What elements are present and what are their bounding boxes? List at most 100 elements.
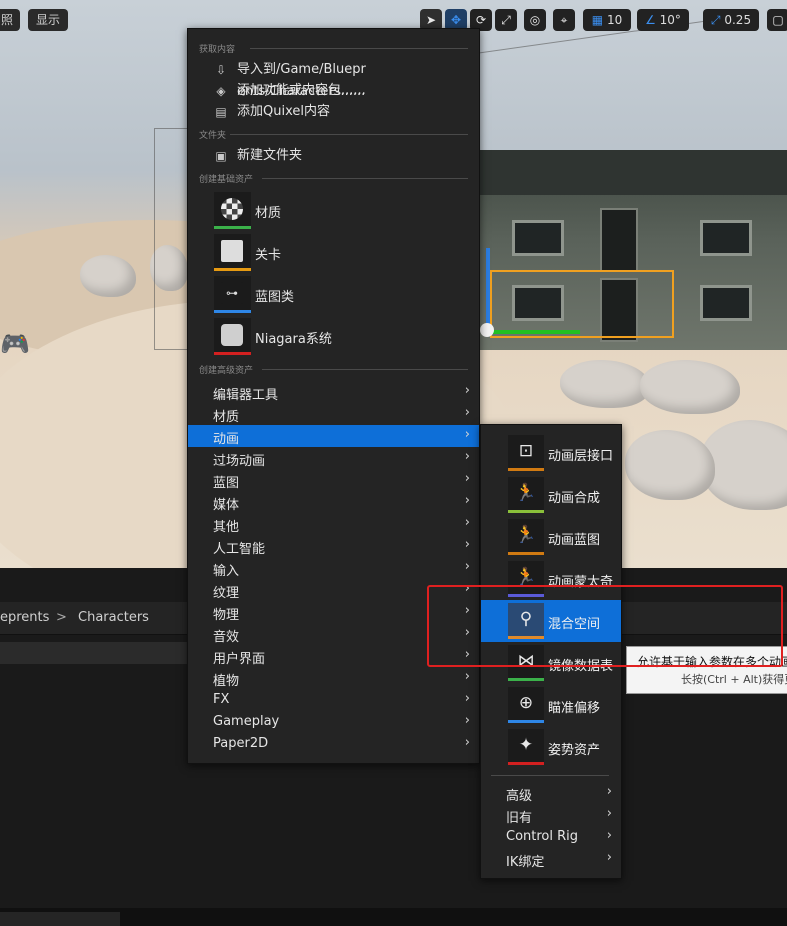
submenu-legacy[interactable]: 旧有 › bbox=[481, 804, 621, 826]
item-color-bar bbox=[508, 678, 544, 681]
anim-montage-icon: 🏃 bbox=[515, 567, 537, 587]
add-quixel-menu-item[interactable]: ▤ 添加Quixel内容 bbox=[188, 101, 479, 123]
submenu-blueprint[interactable]: 蓝图 › bbox=[188, 469, 479, 491]
anim-blueprint-item[interactable]: 🏃 动画蓝图 bbox=[481, 516, 621, 558]
new-folder-icon: ▣ bbox=[215, 149, 227, 163]
breadcrumb-item[interactable]: eprents bbox=[0, 610, 49, 625]
chevron-right-icon: › bbox=[464, 559, 470, 574]
highlight-annotation bbox=[427, 585, 783, 667]
section-folder: 文件夹 bbox=[199, 131, 227, 141]
submenu-paper2d[interactable]: Paper2D › bbox=[188, 733, 479, 755]
selection-outline bbox=[490, 270, 674, 338]
chevron-right-icon: › bbox=[464, 427, 470, 442]
item-color-bar bbox=[508, 552, 544, 555]
submenu-advanced[interactable]: 高级 › bbox=[481, 782, 621, 804]
submenu-label: 输入 bbox=[213, 564, 240, 579]
pose-asset-item[interactable]: ✦ 姿势资产 bbox=[481, 726, 621, 768]
chevron-right-icon: › bbox=[464, 537, 470, 552]
gamepad-icon: 🎮 bbox=[0, 330, 30, 358]
submenu-label: 过场动画 bbox=[213, 454, 266, 469]
submenu-control-rig[interactable]: Control Rig › bbox=[481, 826, 621, 848]
submenu-label: 其他 bbox=[213, 520, 240, 535]
anim-blueprint-icon: 🏃 bbox=[515, 525, 537, 545]
add-feature-menu-item[interactable]: ◈ 添加功能或内容包...... bbox=[188, 80, 479, 102]
chevron-right-icon: › bbox=[606, 806, 612, 821]
chevron-right-icon: › bbox=[464, 405, 470, 420]
search-input[interactable] bbox=[0, 642, 187, 664]
blueprint-icon: ⊶ bbox=[221, 282, 243, 304]
chevron-right-icon: › bbox=[464, 735, 470, 750]
gizmo-center[interactable] bbox=[480, 323, 494, 337]
import-icon: ⇩ bbox=[215, 63, 227, 77]
grid-snap-toggle[interactable]: ▦ 10 bbox=[583, 9, 631, 31]
submenu-label: Control Rig bbox=[506, 829, 579, 844]
section-get-content: 获取内容 bbox=[199, 45, 236, 55]
submenu-fx[interactable]: FX › bbox=[188, 689, 479, 711]
submenu-label: 人工智能 bbox=[213, 542, 266, 557]
item-color-bar bbox=[508, 510, 544, 513]
submenu-label: 高级 bbox=[506, 789, 533, 804]
submenu-label: 物理 bbox=[213, 608, 240, 623]
show-button[interactable]: 显示 bbox=[28, 9, 68, 31]
anim-composite-item[interactable]: 🏃 动画合成 bbox=[481, 474, 621, 516]
scale-mode-icon[interactable]: ⤢ bbox=[495, 9, 517, 31]
import-menu-item[interactable]: ⇩ 导入到/Game/Bluepr​ents/Characters...... bbox=[188, 59, 479, 99]
level-color-bar bbox=[214, 268, 251, 271]
chevron-right-icon: › bbox=[464, 691, 470, 706]
quixel-icon: ▤ bbox=[215, 105, 227, 119]
breadcrumb-separator: > bbox=[56, 610, 67, 625]
submenu-label: 动画 bbox=[213, 432, 240, 447]
chevron-right-icon: › bbox=[464, 449, 470, 464]
lit-button[interactable]: 照 bbox=[0, 9, 20, 31]
chevron-right-icon: › bbox=[464, 515, 470, 530]
submenu-foliage[interactable]: 植物 › bbox=[188, 667, 479, 689]
submenu-label: 用户界面 bbox=[213, 652, 266, 667]
breadcrumb-item[interactable]: Characters bbox=[78, 610, 149, 625]
submenu-misc[interactable]: 其他 › bbox=[188, 513, 479, 535]
aim-offset-item[interactable]: ⊕ 瞄准偏移 bbox=[481, 684, 621, 726]
submenu-label: 旧有 bbox=[506, 811, 533, 826]
submenu-ai[interactable]: 人工智能 › bbox=[188, 535, 479, 557]
material-asset-button[interactable] bbox=[214, 192, 251, 229]
submenu-label: 编辑器工具 bbox=[213, 388, 279, 403]
gizmo-z-axis[interactable] bbox=[486, 248, 490, 330]
surface-snap-icon[interactable]: ⌖ bbox=[553, 9, 575, 31]
level-label: 关卡 bbox=[255, 248, 282, 263]
submenu-editor-tools[interactable]: 编辑器工具 › bbox=[188, 381, 479, 403]
anim-composite-icon: 🏃 bbox=[515, 483, 537, 503]
chevron-right-icon: › bbox=[464, 471, 470, 486]
niagara-system-label: Niagara系统 bbox=[255, 332, 332, 347]
blueprint-class-label: 蓝图类 bbox=[255, 290, 295, 305]
chevron-right-icon: › bbox=[464, 669, 470, 684]
submenu-cinematics[interactable]: 过场动画 › bbox=[188, 447, 479, 469]
scale-snap-toggle[interactable]: ⤢ 0.25 bbox=[703, 9, 759, 31]
gizmo-x-axis[interactable] bbox=[490, 330, 580, 334]
chevron-right-icon: › bbox=[464, 493, 470, 508]
section-advanced-assets: 创建高级资产 bbox=[199, 366, 254, 376]
add-feature-label: 添加功能或内容包...... bbox=[237, 83, 366, 98]
new-folder-menu-item[interactable]: ▣ 新建文件夹 bbox=[188, 145, 479, 167]
new-folder-label: 新建文件夹 bbox=[237, 148, 303, 163]
submenu-animation[interactable]: 动画 › bbox=[188, 425, 479, 447]
world-space-icon[interactable]: ◎ bbox=[524, 9, 546, 31]
submenu-media[interactable]: 媒体 › bbox=[188, 491, 479, 513]
rock bbox=[80, 255, 136, 297]
niagara-color-bar bbox=[214, 352, 251, 355]
submenu-gameplay[interactable]: Gameplay › bbox=[188, 711, 479, 733]
material-icon bbox=[221, 198, 243, 220]
level-asset-button[interactable] bbox=[214, 234, 251, 271]
submenu-input[interactable]: 输入 › bbox=[188, 557, 479, 579]
anim-layer-interface-item[interactable]: ⊡ 动画层接口 bbox=[481, 432, 621, 474]
rotation-snap-toggle[interactable]: ∠ 10° bbox=[637, 9, 689, 31]
grid-snap-value: 10 bbox=[606, 13, 623, 27]
camera-speed-icon[interactable]: ▢ bbox=[767, 9, 787, 31]
item-color-bar bbox=[508, 720, 544, 723]
item-color-bar bbox=[508, 468, 544, 471]
item-label: 动画合成 bbox=[548, 491, 601, 506]
submenu-material[interactable]: 材质 › bbox=[188, 403, 479, 425]
blueprint-class-button[interactable]: ⊶ bbox=[214, 276, 251, 313]
rock bbox=[640, 360, 740, 414]
submenu-ik-rig[interactable]: IK绑定 › bbox=[481, 848, 621, 870]
chevron-right-icon: › bbox=[606, 850, 612, 865]
niagara-system-button[interactable] bbox=[214, 318, 251, 355]
